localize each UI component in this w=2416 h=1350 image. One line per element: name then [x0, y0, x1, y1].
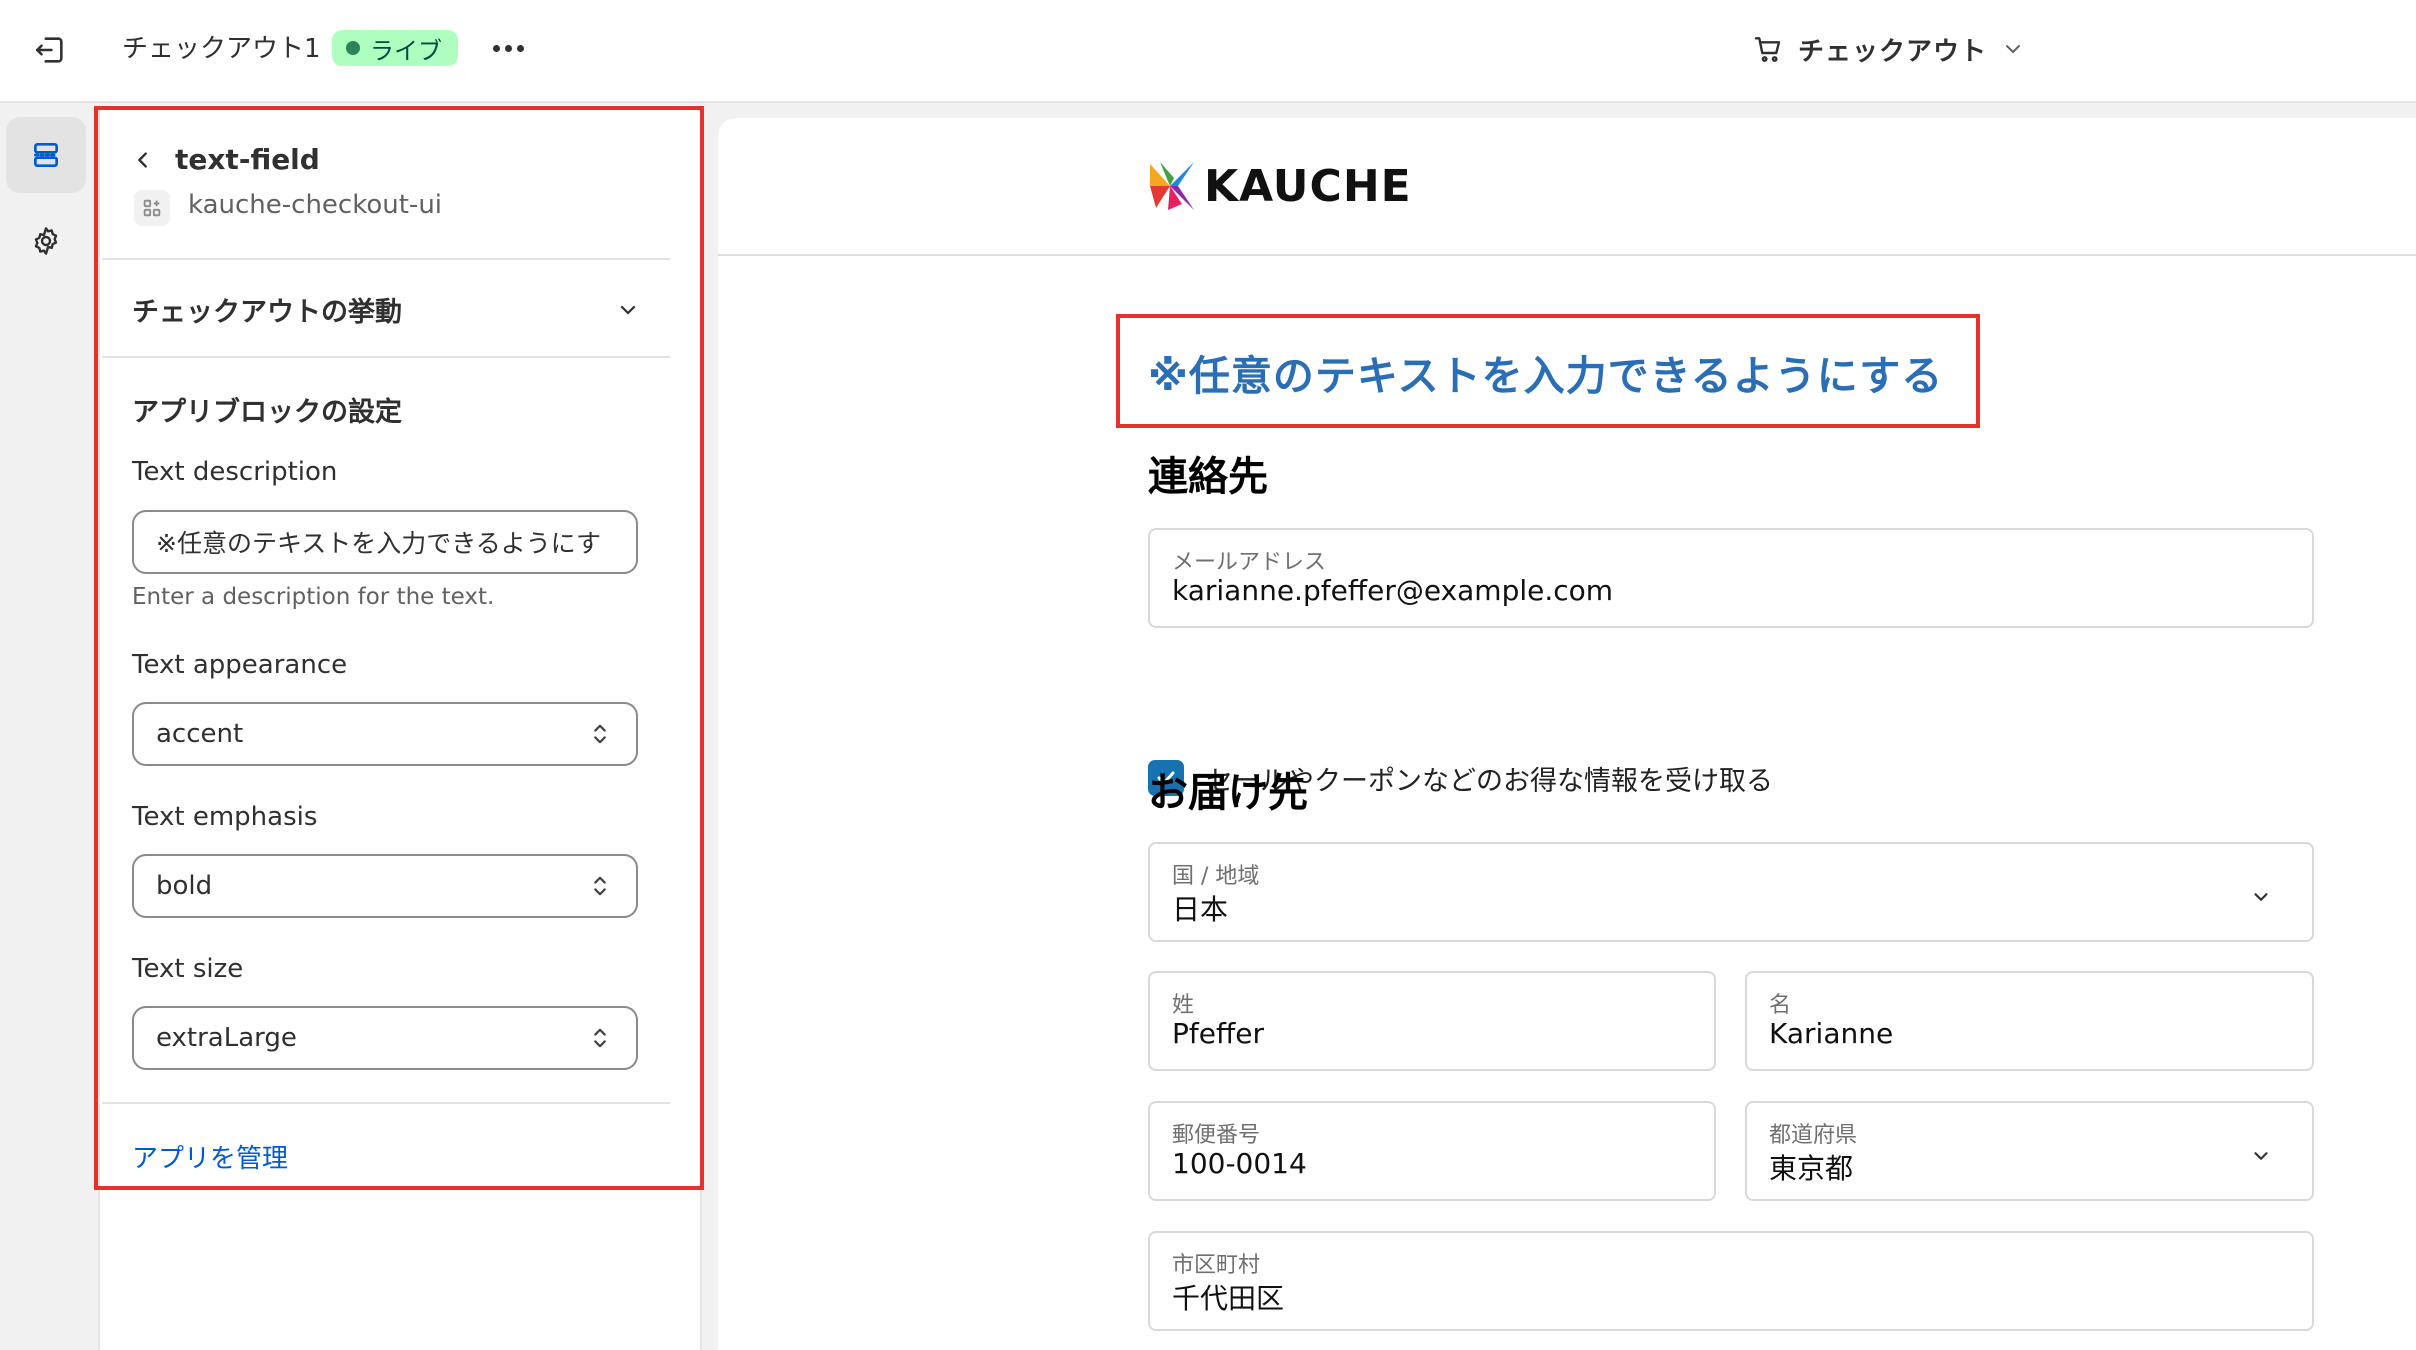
more-dot-icon [492, 44, 500, 52]
preview-header: KAUCHE [718, 118, 2416, 256]
text-description-input[interactable]: ※任意のテキストを入力できるようにす [132, 510, 638, 574]
prefecture-label: 都道府県 [1769, 1123, 1858, 1148]
checkout-title: チェックアウト1 [122, 34, 321, 64]
country-label: 国 / 地域 [1172, 864, 1260, 889]
page-selector-label: チェックアウト [1798, 36, 1988, 67]
text-appearance-select[interactable]: accent [132, 702, 638, 766]
gear-icon [34, 227, 58, 255]
postal-code-field[interactable]: 郵便番号 100-0014 [1148, 1101, 1716, 1201]
live-dot-icon [346, 41, 360, 55]
last-name-field[interactable]: 姓 Pfeffer [1148, 971, 1716, 1071]
back-button[interactable] [128, 145, 158, 175]
contact-heading: 連絡先 [1148, 454, 1268, 500]
last-name-label: 姓 [1172, 993, 1195, 1018]
left-rail [0, 105, 100, 1350]
status-badge-label: ライブ [370, 36, 442, 65]
brand-logo: KAUCHE [1148, 160, 1412, 212]
sections-icon [34, 143, 58, 167]
select-arrows-icon [594, 724, 606, 744]
chevron-down-icon [620, 305, 636, 315]
chevron-down-icon [2254, 1152, 2268, 1160]
prefecture-select[interactable]: 都道府県 東京都 [1745, 1101, 2314, 1201]
text-description-help: Enter a description for the text. [132, 584, 495, 610]
postal-code-value: 100-0014 [1172, 1147, 1307, 1180]
app-block-settings-heading: アプリブロックの設定 [132, 397, 402, 428]
more-dot-icon [504, 44, 512, 52]
checkout-behavior-section[interactable]: チェックアウトの挙動 [102, 262, 670, 354]
prefecture-value: 東京都 [1769, 1152, 1854, 1185]
more-actions-button[interactable] [488, 28, 528, 68]
country-value: 日本 [1172, 893, 1229, 926]
country-select[interactable]: 国 / 地域 日本 [1148, 842, 2314, 942]
exit-icon [35, 37, 63, 63]
first-name-field[interactable]: 名 Karianne [1745, 971, 2314, 1071]
text-emphasis-value: bold [156, 871, 213, 901]
divider [102, 356, 670, 358]
select-arrows-icon [594, 1028, 606, 1048]
chevron-left-icon [138, 152, 147, 168]
exit-button[interactable] [26, 26, 74, 74]
kauche-logo-icon [1150, 162, 1194, 210]
select-arrows-icon [594, 876, 606, 896]
text-emphasis-label: Text emphasis [132, 802, 318, 832]
brand-wordmark: KAUCHE [1204, 160, 1412, 212]
email-value: karianne.pfeffer@example.com [1172, 574, 1614, 607]
chevron-down-icon [2254, 893, 2268, 901]
text-size-label: Text size [132, 954, 244, 984]
text-description-label: Text description [132, 457, 338, 487]
email-label: メールアドレス [1172, 550, 1327, 575]
block-title: text-field [175, 143, 320, 176]
top-bar: チェックアウト1 ライブ チェックアウト [0, 0, 2416, 103]
first-name-value: Karianne [1769, 1017, 1894, 1050]
email-field[interactable]: メールアドレス karianne.pfeffer@example.com [1148, 528, 2314, 628]
text-size-value: extraLarge [156, 1023, 297, 1053]
chevron-down-icon [2006, 45, 2021, 53]
text-emphasis-select[interactable]: bold [132, 854, 638, 918]
delivery-heading: お届け先 [1148, 770, 1308, 816]
custom-text-block: ※任意のテキストを入力できるようにする [1148, 352, 1944, 400]
first-name-label: 名 [1769, 993, 1792, 1018]
text-appearance-value: accent [156, 719, 244, 749]
divider [102, 258, 670, 260]
status-badge: ライブ [332, 30, 458, 66]
extension-name: kauche-checkout-ui [188, 190, 443, 220]
settings-nav-button[interactable] [6, 203, 86, 279]
city-value: 千代田区 [1172, 1282, 1285, 1315]
more-dot-icon [516, 44, 524, 52]
checkout-preview: KAUCHE ※任意のテキストを入力できるようにする 連絡先 メールアドレス k… [718, 118, 2416, 1350]
city-field[interactable]: 市区町村 千代田区 [1148, 1231, 2314, 1331]
divider [102, 1102, 670, 1104]
city-label: 市区町村 [1172, 1253, 1261, 1278]
app-extension-icon [134, 190, 170, 226]
last-name-value: Pfeffer [1172, 1017, 1264, 1050]
page-selector[interactable]: チェックアウト [1752, 26, 2025, 72]
cart-icon [1754, 37, 1781, 62]
manage-app-link[interactable]: アプリを管理 [132, 1138, 288, 1175]
postal-code-label: 郵便番号 [1172, 1123, 1261, 1148]
section-title: チェックアウトの挙動 [132, 297, 402, 328]
text-appearance-label: Text appearance [132, 650, 348, 680]
sections-nav-button[interactable] [6, 117, 86, 193]
text-size-select[interactable]: extraLarge [132, 1006, 638, 1070]
